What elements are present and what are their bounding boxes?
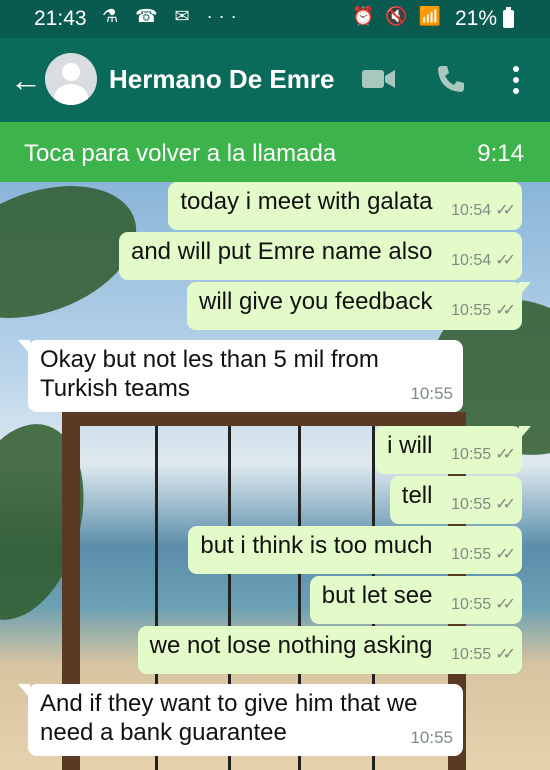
message-time: 10:55	[451, 596, 492, 613]
back-arrow-icon[interactable]: ←	[10, 60, 44, 100]
message-time: 10:55	[451, 646, 492, 663]
message-meta: 10:55 ✓✓	[451, 640, 516, 669]
read-receipt-icon: ✓✓	[495, 546, 516, 563]
outgoing-message[interactable]: and will put Emre name also 10:54 ✓✓	[118, 232, 522, 280]
return-to-call-label: Toca para volver a la llamada	[24, 140, 337, 167]
read-receipt-icon: ✓✓	[495, 446, 516, 463]
read-receipt-icon: ✓✓	[495, 302, 516, 319]
message-time: 10:54	[451, 252, 492, 269]
message-text-line: And if they want to give him that we	[40, 690, 418, 717]
swing-frame-top-beam	[62, 412, 466, 426]
outgoing-message[interactable]: tell 10:55 ✓✓	[389, 476, 522, 524]
bubble-tail	[18, 684, 30, 698]
message-text: we not lose nothing asking	[149, 632, 433, 659]
message-time: 10:55	[451, 302, 492, 319]
avatar-shoulders-shape	[54, 84, 88, 105]
bubble-tail	[18, 340, 30, 354]
outgoing-message[interactable]: today i meet with galata 10:54 ✓✓	[168, 182, 522, 230]
read-receipt-icon: ✓✓	[495, 596, 516, 613]
system-status-icons: ⏰ 🔇 📶	[352, 6, 445, 26]
message-time: 10:55	[410, 728, 453, 747]
message-text: will give you feedback	[199, 288, 433, 315]
battery-percentage: 21%	[455, 7, 498, 30]
read-receipt-icon: ✓✓	[495, 252, 516, 269]
message-meta: 10:55 ✓✓	[451, 490, 516, 519]
incoming-message[interactable]: Okay but not les than 5 mil from Turkish…	[18, 340, 463, 412]
message-text: tell	[401, 482, 433, 509]
chat-message-area[interactable]: today i meet with galata 10:54 ✓✓ and wil…	[0, 182, 550, 770]
avatar-head-shape	[62, 63, 80, 81]
incoming-message[interactable]: And if they want to give him that we nee…	[18, 684, 463, 756]
message-text: i will	[387, 432, 433, 459]
outgoing-message[interactable]: but i think is too much 10:55 ✓✓	[188, 526, 522, 574]
bubble-tail	[519, 282, 531, 296]
read-receipt-icon: ✓✓	[495, 646, 516, 663]
message-text-line: Okay but not les than 5 mil from	[40, 346, 379, 373]
contact-name[interactable]: Hermano De Emre	[109, 64, 334, 95]
more-options-icon[interactable]	[506, 64, 526, 96]
video-call-icon[interactable]	[362, 68, 395, 90]
notification-icons: ⚗ ☎ ✉ ···	[102, 6, 243, 26]
message-time: 10:55	[451, 496, 492, 513]
message-text: but i think is too much	[200, 532, 433, 559]
message-text: but let see	[321, 582, 433, 609]
voice-call-icon[interactable]	[436, 64, 466, 94]
message-time: 10:54	[451, 202, 492, 219]
message-text: and will put Emre name also	[130, 238, 433, 265]
palm-frond-left-lower	[0, 409, 104, 635]
message-time: 10:55	[451, 446, 492, 463]
message-text-line: need a bank guarantee	[40, 719, 287, 746]
message-text: today i meet with galata	[180, 188, 433, 215]
status-time: 21:43	[34, 7, 87, 30]
message-time: 10:55	[451, 546, 492, 563]
return-to-call-banner[interactable]: Toca para volver a la llamada 9:14	[0, 122, 550, 182]
message-meta: 10:55 ✓✓	[451, 440, 516, 469]
chat-header: ← Hermano De Emre	[0, 38, 550, 122]
message-text-line: Turkish teams	[40, 375, 190, 402]
read-receipt-icon: ✓✓	[495, 496, 516, 513]
message-meta: 10:54 ✓✓	[451, 246, 516, 275]
contact-avatar[interactable]	[45, 53, 97, 105]
outgoing-message[interactable]: will give you feedback 10:55 ✓✓	[187, 282, 531, 330]
battery-icon	[503, 7, 514, 28]
outgoing-message[interactable]: we not lose nothing asking 10:55 ✓✓	[137, 626, 522, 674]
message-time: 10:55	[410, 384, 453, 403]
read-receipt-icon: ✓✓	[495, 202, 516, 219]
message-meta: 10:54 ✓✓	[451, 196, 516, 225]
message-meta: 10:55 ✓✓	[451, 540, 516, 569]
outgoing-message[interactable]: but let see 10:55 ✓✓	[309, 576, 522, 624]
status-bar: 21:43 ⚗ ☎ ✉ ··· ⏰ 🔇 📶 21%	[0, 0, 550, 38]
outgoing-message[interactable]: i will 10:55 ✓✓	[375, 426, 531, 474]
message-meta: 10:55 ✓✓	[451, 590, 516, 619]
message-meta: 10:55 ✓✓	[451, 296, 516, 325]
call-duration: 9:14	[477, 140, 524, 167]
bubble-tail	[519, 426, 531, 440]
